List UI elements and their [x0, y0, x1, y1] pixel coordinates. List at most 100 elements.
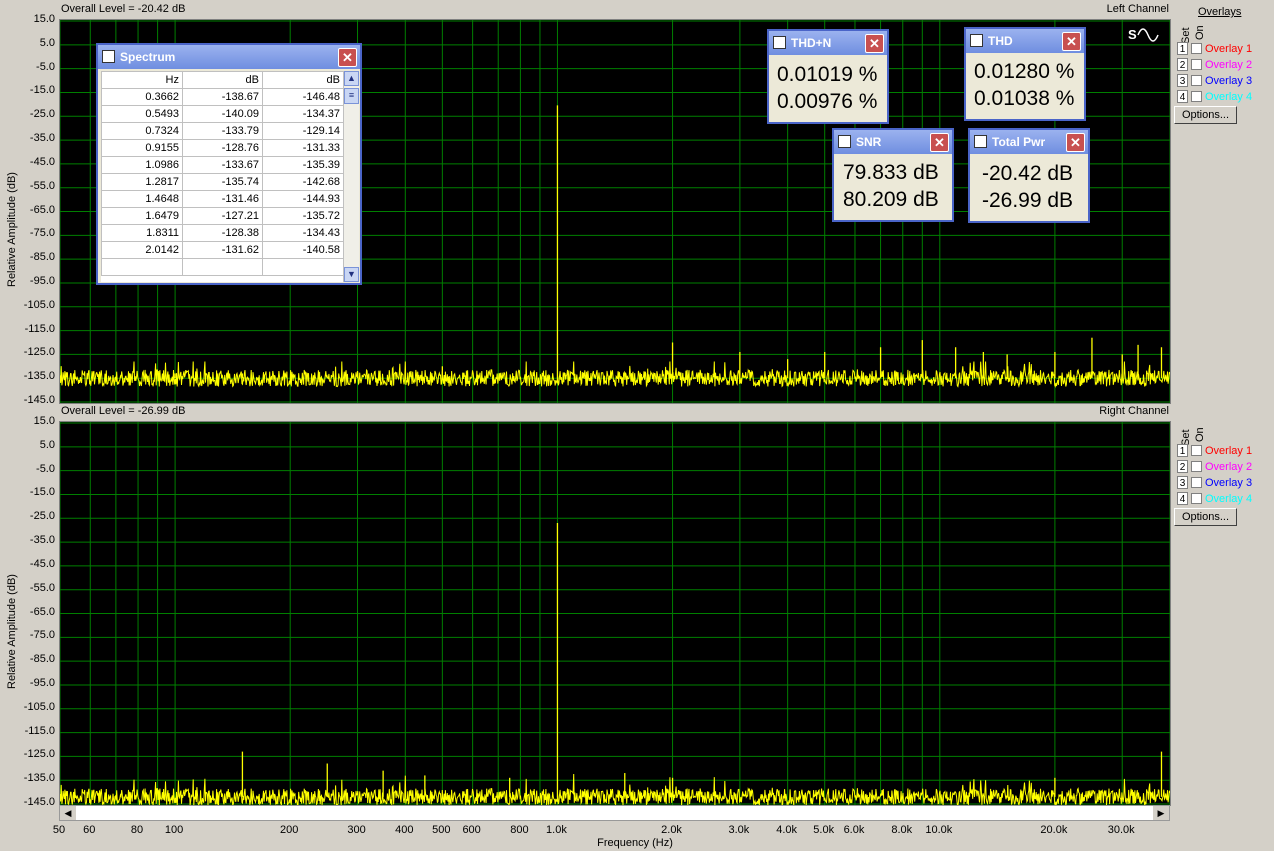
table-row[interactable]: 1.2817 -135.74 -142.68: [101, 173, 343, 191]
table-row[interactable]: 1.0986 -133.67 -135.39: [101, 156, 343, 174]
overlay-label[interactable]: Overlay 2: [1205, 59, 1252, 71]
table-row[interactable]: 1.6479 -127.21 -135.72: [101, 207, 343, 225]
overlay-row[interactable]: 4 Overlay 4: [1177, 491, 1252, 506]
overlay-checkbox[interactable]: [1191, 477, 1202, 488]
table-cell: 1.0986: [101, 156, 183, 174]
close-icon[interactable]: ✕: [865, 34, 884, 53]
noise-trace: [60, 773, 1170, 805]
table-row[interactable]: 0.3662 -138.67 -146.48: [101, 88, 343, 106]
table-cell: 0.9155: [101, 139, 183, 157]
overlay-label[interactable]: Overlay 1: [1205, 43, 1252, 55]
total-pwr-window[interactable]: Total Pwr ✕ -20.42 dB -26.99 dB: [968, 128, 1090, 223]
table-row[interactable]: 0.7324 -133.79 -129.14: [101, 122, 343, 140]
overlay-label[interactable]: Overlay 2: [1205, 461, 1252, 473]
y-tick-label: -25.0: [29, 510, 55, 523]
overlay-checkbox[interactable]: [1191, 493, 1202, 504]
overlay-row[interactable]: 1 Overlay 1: [1177, 41, 1252, 56]
overlay-checkbox[interactable]: [1191, 91, 1202, 102]
close-icon[interactable]: ✕: [930, 133, 949, 152]
window-icon: [970, 34, 983, 47]
overlay-label[interactable]: Overlay 1: [1205, 445, 1252, 457]
thd-window[interactable]: THD ✕ 0.01280 % 0.01038 %: [964, 27, 1086, 121]
table-cell: 2.0142: [101, 241, 183, 259]
table-cell: 1.2817: [101, 173, 183, 191]
top-channel-label: Left Channel: [1106, 3, 1169, 15]
close-icon[interactable]: ✕: [338, 48, 357, 67]
spectrum-window[interactable]: Spectrum ✕ Hz dB dB 0.3662 -138.67 -146.48…: [96, 43, 362, 285]
spectrum-title: Spectrum: [120, 50, 176, 64]
spectrum-table: Hz dB dB 0.3662 -138.67 -146.48 0.5493 -140.…: [101, 71, 343, 276]
right-channel-plot[interactable]: [59, 421, 1171, 806]
overlay-set-button[interactable]: 1: [1177, 42, 1188, 55]
overlay-checkbox[interactable]: [1191, 59, 1202, 70]
table-cell: 1.4648: [101, 190, 183, 208]
y-tick-label: -35.0: [29, 132, 55, 145]
table-cell: -134.43: [262, 224, 343, 242]
overlay-checkbox[interactable]: [1191, 43, 1202, 54]
top-options-button[interactable]: Options...: [1174, 106, 1237, 124]
thdn-window[interactable]: THD+N ✕ 0.01019 % 0.00976 %: [767, 29, 889, 124]
snr-window[interactable]: SNR ✕ 79.833 dB 80.209 dB: [832, 128, 954, 222]
on-label: On: [1194, 25, 1206, 40]
generator-icon[interactable]: S: [1124, 24, 1164, 46]
table-cell: -144.93: [262, 190, 343, 208]
overlay-set-button[interactable]: 2: [1177, 58, 1188, 71]
thdn-titlebar[interactable]: THD+N ✕: [769, 31, 887, 55]
table-cell: -131.46: [182, 190, 263, 208]
col-header-db1: dB: [182, 71, 263, 89]
scroll-down-icon[interactable]: ▼: [344, 267, 359, 282]
overlay-checkbox[interactable]: [1191, 75, 1202, 86]
y-tick-label: -15.0: [29, 486, 55, 499]
table-row[interactable]: 1.8311 -128.38 -134.43: [101, 224, 343, 242]
overlay-set-button[interactable]: 3: [1177, 476, 1188, 489]
thdn-right-value: 0.00976 %: [777, 90, 878, 113]
table-cell: -128.38: [182, 224, 263, 242]
overlay-label[interactable]: Overlay 3: [1205, 75, 1252, 87]
snr-titlebar[interactable]: SNR ✕: [834, 130, 952, 154]
y-tick-label: -25.0: [29, 108, 55, 121]
overlay-set-button[interactable]: 4: [1177, 492, 1188, 505]
table-cell: -135.74: [182, 173, 263, 191]
overlay-set-button[interactable]: 4: [1177, 90, 1188, 103]
thd-titlebar[interactable]: THD ✕: [966, 29, 1084, 53]
overlay-set-button[interactable]: 1: [1177, 444, 1188, 457]
close-icon[interactable]: ✕: [1066, 133, 1085, 152]
total-pwr-titlebar[interactable]: Total Pwr ✕: [970, 130, 1088, 154]
overlay-row[interactable]: 4 Overlay 4: [1177, 89, 1252, 104]
spectrum-scrollbar[interactable]: ▲ ≡ ▼: [343, 71, 359, 282]
scroll-right-icon[interactable]: ▶: [1153, 806, 1169, 820]
close-icon[interactable]: ✕: [1062, 32, 1081, 51]
table-row[interactable]: 1.4648 -131.46 -144.93: [101, 190, 343, 208]
table-cell: -140.09: [182, 105, 263, 123]
overlay-row[interactable]: 3 Overlay 3: [1177, 475, 1252, 490]
bottom-options-button[interactable]: Options...: [1174, 508, 1237, 526]
overlay-label[interactable]: Overlay 4: [1205, 91, 1252, 103]
x-tick-label: 800: [510, 824, 529, 836]
spectrum-titlebar[interactable]: Spectrum ✕: [98, 45, 360, 69]
overlay-checkbox[interactable]: [1191, 445, 1202, 456]
overlay-row[interactable]: 2 Overlay 2: [1177, 57, 1252, 72]
table-row[interactable]: 0.5493 -140.09 -134.37: [101, 105, 343, 123]
scroll-left-icon[interactable]: ◀: [60, 806, 76, 820]
overlay-checkbox[interactable]: [1191, 461, 1202, 472]
overlay-row[interactable]: 2 Overlay 2: [1177, 459, 1252, 474]
frequency-scrollbar[interactable]: ◀ ▶: [59, 805, 1170, 821]
y-tick-label: -55.0: [29, 179, 55, 192]
window-icon: [773, 36, 786, 49]
table-row[interactable]: 2.0142 -131.62 -140.58: [101, 241, 343, 259]
table-cell: -146.48: [262, 88, 343, 106]
overlay-label[interactable]: Overlay 4: [1205, 493, 1252, 505]
overlay-row[interactable]: 3 Overlay 3: [1177, 73, 1252, 88]
y-tick-label: -5.0: [36, 462, 55, 475]
overlays-header[interactable]: Overlays: [1198, 6, 1241, 18]
overlay-set-button[interactable]: 2: [1177, 460, 1188, 473]
overlay-set-button[interactable]: 3: [1177, 74, 1188, 87]
window-icon: [838, 135, 851, 148]
scroll-thumb[interactable]: ≡: [344, 88, 359, 104]
overlay-row[interactable]: 1 Overlay 1: [1177, 443, 1252, 458]
overlay-label[interactable]: Overlay 3: [1205, 477, 1252, 489]
scroll-up-icon[interactable]: ▲: [344, 71, 359, 86]
table-row[interactable]: 0.9155 -128.76 -131.33: [101, 139, 343, 157]
y-tick-label: -55.0: [29, 581, 55, 594]
x-tick-label: 80: [130, 824, 144, 836]
